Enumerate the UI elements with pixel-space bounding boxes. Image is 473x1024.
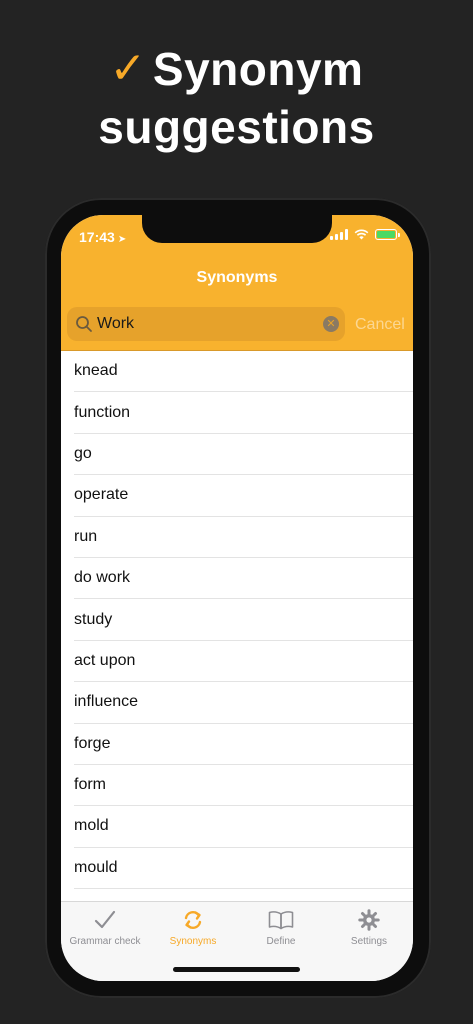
checkmark-icon <box>94 910 116 929</box>
list-item[interactable]: go <box>74 434 413 476</box>
search-icon <box>76 316 92 332</box>
tab-settings[interactable]: Settings <box>325 908 413 947</box>
tab-label: Grammar check <box>69 936 141 947</box>
status-time: 17:43 ➤ <box>79 229 126 245</box>
tab-label: Settings <box>350 936 388 947</box>
search-field[interactable]: ✕ <box>67 307 345 341</box>
tab-synonyms[interactable]: Synonyms <box>149 908 237 947</box>
gear-icon <box>358 909 380 931</box>
nav-title: Synonyms <box>196 269 278 286</box>
phone-screen: 17:43➤ Synonyms ✕ Cancel knead fun <box>61 215 413 981</box>
headline-line1: Synonym <box>152 43 364 95</box>
battery-icon <box>375 229 400 240</box>
list-item[interactable]: knead <box>74 351 413 393</box>
location-arrow-icon: ➤ <box>117 234 127 245</box>
status-icons <box>330 229 400 240</box>
list-item[interactable]: forge <box>74 724 413 765</box>
refresh-icon <box>184 911 202 929</box>
tab-label: Synonyms <box>169 936 217 947</box>
list-item[interactable]: mold <box>74 806 413 848</box>
clear-search-icon[interactable]: ✕ <box>323 316 339 332</box>
checkmark-icon: ✓ <box>109 44 147 93</box>
list-item[interactable]: influence <box>74 682 413 724</box>
tab-label: Define <box>266 936 296 947</box>
list-item[interactable]: do work <box>74 558 413 600</box>
cellular-signal-icon <box>330 229 348 240</box>
book-icon <box>268 911 294 930</box>
promo-headline: ✓ Synonym suggestions <box>0 40 473 156</box>
cancel-button[interactable]: Cancel <box>355 316 405 334</box>
tab-define[interactable]: Define <box>237 908 325 947</box>
tab-grammar-check[interactable]: Grammar check <box>61 908 149 947</box>
tab-bar: Grammar check Synonyms Define Settings <box>61 901 413 981</box>
status-time-text: 17:43 <box>79 229 115 245</box>
list-item[interactable]: study <box>74 599 413 641</box>
list-item[interactable]: act upon <box>74 641 413 683</box>
headline-line2: suggestions <box>98 101 375 153</box>
home-indicator[interactable] <box>173 967 300 972</box>
wifi-icon <box>354 229 369 240</box>
list-item[interactable]: form <box>74 765 413 807</box>
synonym-list: knead function go operate run do work st… <box>61 351 413 890</box>
notch <box>142 215 332 243</box>
list-item[interactable]: run <box>74 517 413 558</box>
search-input[interactable] <box>97 315 317 333</box>
list-item[interactable]: operate <box>74 475 413 517</box>
list-item[interactable]: mould <box>74 848 413 890</box>
list-item[interactable]: function <box>74 392 413 434</box>
